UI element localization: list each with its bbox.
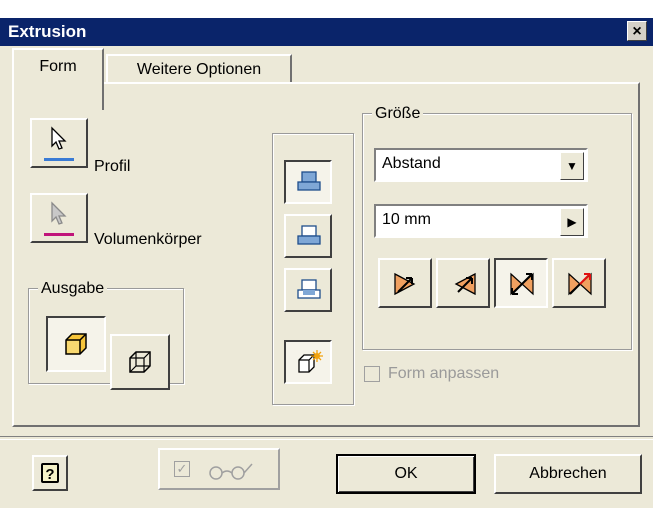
surface-box-icon [126,348,154,376]
cancel-button[interactable]: Abbrechen [494,454,642,494]
cursor-arrow-icon [49,126,69,152]
tab-weitere-optionen-label: Weitere Optionen [136,61,262,78]
cursor-arrow-gray-icon [49,201,69,227]
ausgabe-title: Ausgabe [38,280,108,298]
distance-value: 10 mm [382,211,431,228]
tab-form[interactable]: Form [12,48,104,110]
preview-toggle-button[interactable]: ✓ [158,448,280,490]
extrusion-dialog: Extrusion × Form Weitere Optionen Profil… [0,18,653,508]
profil-select-button[interactable] [30,118,88,168]
window-title: Extrusion [8,22,87,41]
output-surface-button[interactable] [110,334,170,390]
asymmetric-button[interactable] [552,258,606,308]
join-icon [296,170,322,194]
help-button[interactable]: ? [32,455,68,491]
operation-cut-button[interactable] [284,214,332,258]
intersect-icon [296,278,322,302]
profil-underline [44,158,74,161]
close-button[interactable]: × [627,21,647,41]
new-solid-icon [296,350,324,376]
direction-2-icon [450,270,478,298]
volumenkoerper-select-button[interactable] [30,193,88,243]
volumenkoerper-underline [44,233,74,236]
symmetric-button[interactable] [494,258,548,308]
chevron-down-icon[interactable]: ▼ [560,152,584,180]
operation-join-button[interactable] [284,160,332,204]
direction-2-button[interactable] [436,258,490,308]
footer-separator [0,436,653,440]
distance-field[interactable]: 10 mm ▶ [374,204,588,238]
profil-label: Profil [94,158,131,175]
form-anpassen-checkbox[interactable] [364,366,380,382]
direction-1-icon [392,270,420,298]
extent-dropdown[interactable]: Abstand ▼ [374,148,588,182]
chevron-right-icon[interactable]: ▶ [560,208,584,236]
glasses-icon [204,460,260,482]
form-anpassen-label: Form anpassen [388,365,500,382]
operation-intersect-button[interactable] [284,268,332,312]
tab-weitere-optionen[interactable]: Weitere Optionen [106,54,292,84]
ok-button[interactable]: OK [336,454,476,494]
preview-checkbox-icon: ✓ [174,461,190,477]
operation-new-solid-button[interactable] [284,340,332,384]
help-icon: ? [41,463,59,483]
asymmetric-icon [566,270,594,298]
tab-form-label: Form [39,58,77,75]
symmetric-icon [508,270,536,298]
title-bar: Extrusion × [0,18,653,46]
solid-box-icon [62,330,90,358]
extent-value: Abstand [382,155,441,172]
groesse-title: Größe [372,105,424,123]
volumenkoerper-label: Volumenkörper [94,231,202,248]
output-solid-button[interactable] [46,316,106,372]
cut-icon [296,224,322,248]
direction-1-button[interactable] [378,258,432,308]
